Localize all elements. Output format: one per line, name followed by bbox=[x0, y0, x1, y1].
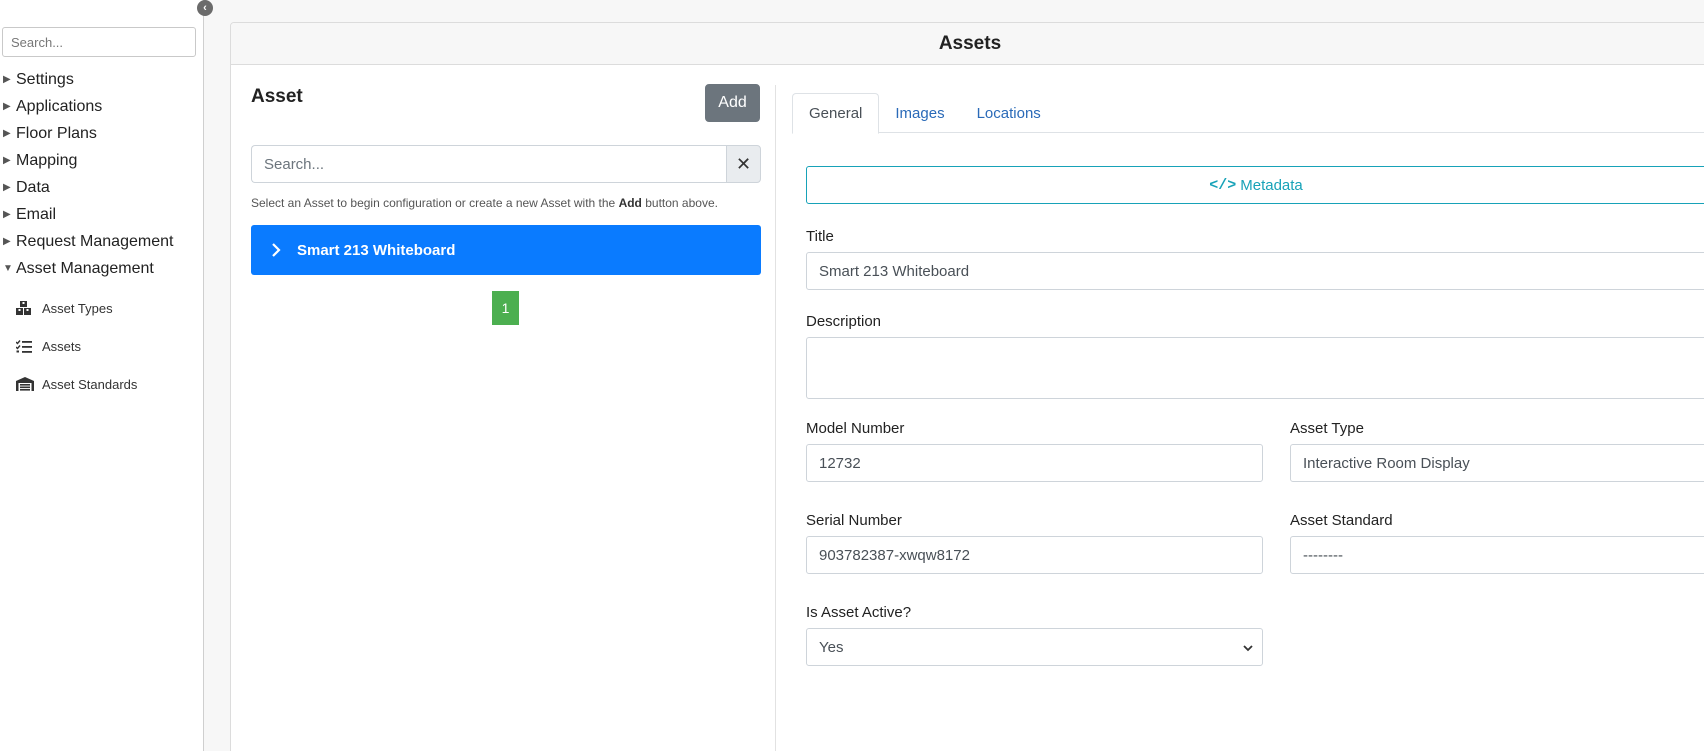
title-field[interactable] bbox=[806, 252, 1704, 290]
model-number-label: Model Number bbox=[806, 420, 905, 437]
is-active-label: Is Asset Active? bbox=[806, 604, 912, 621]
caret-right-icon: ▶ bbox=[3, 74, 11, 85]
description-label: Description bbox=[806, 313, 882, 330]
sidebar-sublist-asset-management: Asset Types Assets Asset Standards bbox=[0, 289, 204, 403]
is-active-value: Yes bbox=[819, 638, 844, 656]
add-button[interactable]: Add bbox=[705, 84, 760, 122]
panel-divider bbox=[775, 85, 776, 751]
asset-standard-label: Asset Standard bbox=[1290, 512, 1393, 529]
sidebar-item-label: Asset Management bbox=[16, 259, 154, 277]
sidebar-item-label: Floor Plans bbox=[16, 124, 97, 142]
sidebar-search-input[interactable] bbox=[2, 27, 196, 57]
asset-standard-value: -------- bbox=[1303, 546, 1343, 564]
asset-standard-select[interactable]: -------- bbox=[1290, 536, 1704, 574]
caret-down-icon: ▼ bbox=[3, 263, 13, 274]
sidebar-item-label: Settings bbox=[16, 70, 74, 88]
asset-type-value: Interactive Room Display bbox=[1303, 454, 1470, 472]
sidebar-item-asset-management[interactable]: ▼ Asset Management bbox=[0, 255, 204, 282]
warehouse-icon bbox=[16, 377, 42, 391]
asset-list-item[interactable]: Smart 213 Whiteboard bbox=[251, 225, 761, 275]
sidebar-item-label: Applications bbox=[16, 97, 103, 115]
sidebar-item-label: Mapping bbox=[16, 151, 78, 169]
asset-list-item-label: Smart 213 Whiteboard bbox=[297, 241, 456, 259]
model-number-field[interactable] bbox=[806, 444, 1263, 482]
code-icon: </> bbox=[1209, 176, 1237, 194]
assets-card: Assets Asset Add ✕ Select an Asset to be… bbox=[230, 22, 1704, 751]
sidebar-item-applications[interactable]: ▶ Applications bbox=[0, 93, 204, 120]
tab-general[interactable]: General bbox=[792, 93, 880, 134]
page-title: Assets bbox=[231, 23, 1704, 65]
sidebar-subitem-asset-types[interactable]: Asset Types bbox=[0, 289, 204, 327]
sidebar: ▶ Settings ▶ Applications ▶ Floor Plans ▶ Ma… bbox=[0, 0, 204, 751]
list-check-icon bbox=[16, 339, 42, 353]
caret-right-icon: ▶ bbox=[3, 236, 11, 247]
help-text-bold: Add bbox=[618, 196, 642, 210]
title-label: Title bbox=[806, 228, 834, 245]
sidebar-item-floor-plans[interactable]: ▶ Floor Plans bbox=[0, 120, 204, 147]
caret-right-icon: ▶ bbox=[3, 182, 11, 193]
is-active-select[interactable]: Yes bbox=[806, 628, 1263, 666]
caret-right-icon: ▶ bbox=[3, 209, 11, 220]
sidebar-item-label: Request Management bbox=[16, 232, 174, 250]
sidebar-nav: ▶ Settings ▶ Applications ▶ Floor Plans ▶ Ma… bbox=[0, 66, 204, 282]
sidebar-subitem-label: Asset Standards bbox=[42, 376, 138, 392]
help-text-prefix: Select an Asset to begin configuration o… bbox=[251, 196, 619, 210]
serial-number-label: Serial Number bbox=[806, 512, 902, 529]
asset-type-select[interactable]: Interactive Room Display bbox=[1290, 444, 1704, 482]
sidebar-item-mapping[interactable]: ▶ Mapping bbox=[0, 147, 204, 174]
caret-right-icon: ▶ bbox=[3, 155, 11, 166]
metadata-button[interactable]: </> Metadata bbox=[806, 166, 1704, 204]
sidebar-subitem-assets[interactable]: Assets bbox=[0, 327, 204, 365]
sidebar-item-settings[interactable]: ▶ Settings bbox=[0, 66, 204, 93]
chevron-down-icon bbox=[1242, 641, 1254, 658]
pagination-page-1[interactable]: 1 bbox=[492, 291, 519, 325]
description-field[interactable] bbox=[806, 337, 1704, 399]
sidebar-item-data[interactable]: ▶ Data bbox=[0, 174, 204, 201]
sidebar-item-label: Data bbox=[16, 178, 50, 196]
app-root: ▶ Settings ▶ Applications ▶ Floor Plans ▶ Ma… bbox=[0, 0, 1704, 751]
detail-tabs: General Images Locations bbox=[792, 93, 1704, 134]
caret-right-icon: ▶ bbox=[3, 101, 11, 112]
asset-search-group: ✕ bbox=[251, 145, 761, 183]
sidebar-item-email[interactable]: ▶ Email bbox=[0, 201, 204, 228]
tab-locations[interactable]: Locations bbox=[961, 93, 1057, 133]
boxes-icon bbox=[16, 301, 42, 315]
asset-search-input[interactable] bbox=[251, 145, 726, 183]
sidebar-item-request-management[interactable]: ▶ Request Management bbox=[0, 228, 204, 255]
asset-panel-title: Asset bbox=[251, 86, 303, 107]
metadata-button-label: Metadata bbox=[1240, 176, 1303, 194]
sidebar-subitem-label: Assets bbox=[42, 338, 82, 354]
help-text: Select an Asset to begin configuration o… bbox=[251, 196, 718, 210]
chevron-right-icon bbox=[271, 242, 297, 258]
clear-search-button[interactable]: ✕ bbox=[726, 145, 761, 183]
sidebar-item-label: Email bbox=[16, 205, 57, 223]
help-text-suffix: button above. bbox=[641, 196, 718, 210]
tab-images[interactable]: Images bbox=[879, 93, 960, 133]
asset-type-label: Asset Type bbox=[1290, 420, 1364, 437]
sidebar-collapse-icon[interactable]: ‹ bbox=[197, 0, 213, 16]
serial-number-field[interactable] bbox=[806, 536, 1263, 574]
caret-right-icon: ▶ bbox=[3, 128, 11, 139]
sidebar-subitem-asset-standards[interactable]: Asset Standards bbox=[0, 365, 204, 403]
sidebar-subitem-label: Asset Types bbox=[42, 300, 113, 316]
